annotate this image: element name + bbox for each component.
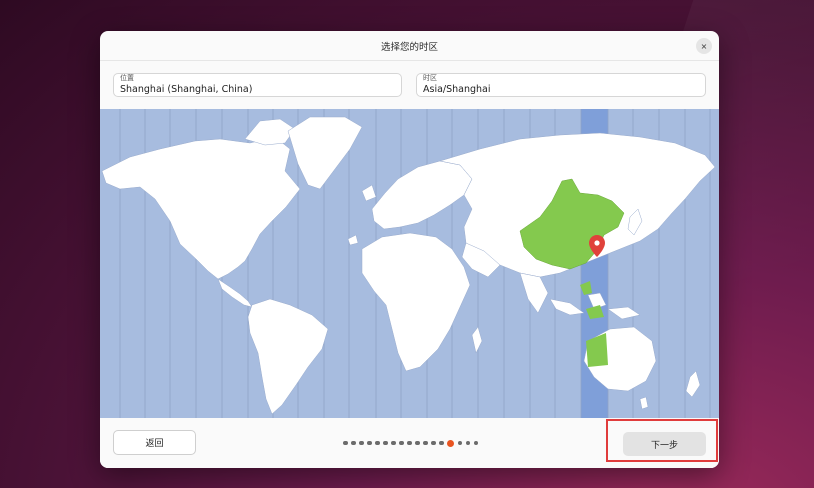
progress-dot [399,440,404,446]
close-icon: × [700,41,708,51]
world-map[interactable] [100,109,719,418]
progress-dot [473,440,478,446]
progress-dot [415,440,420,446]
progress-dots [343,439,482,447]
progress-dot [375,440,380,446]
timezone-map[interactable] [100,109,719,418]
timezone-field[interactable]: 时区 Asia/Shanghai [416,73,706,97]
progress-dot [423,440,428,446]
back-button-label: 返回 [145,439,164,449]
location-value: Shanghai (Shanghai, China) [120,84,253,95]
progress-dot-current [447,439,454,447]
location-field[interactable]: 位置 Shanghai (Shanghai, China) [113,73,402,97]
timezone-dialog: 选择您的时区 × 位置 Shanghai (Shanghai, China) 时… [100,31,719,468]
progress-dot [351,440,356,446]
continents [101,116,716,415]
timezone-label: 时区 [423,74,437,82]
dialog-title: 选择您的时区 [380,41,438,53]
progress-dot [407,440,412,446]
progress-dot [439,440,444,446]
progress-dot [343,440,348,446]
footer-bar: 返回 下一步 [100,418,719,468]
progress-dot [431,440,436,446]
close-button[interactable]: × [696,38,712,54]
progress-dot [383,440,388,446]
timezone-value: Asia/Shanghai [423,84,491,95]
progress-dot [465,440,470,446]
next-button-highlight: 下一步 [606,419,718,462]
title-bar: 选择您的时区 × [100,31,719,61]
progress-dot [367,440,372,446]
location-label: 位置 [120,74,134,82]
progress-dot [391,440,396,446]
next-button[interactable]: 下一步 [623,432,706,456]
back-button[interactable]: 返回 [113,430,196,455]
next-button-label: 下一步 [650,440,678,451]
progress-dot [457,440,462,446]
progress-dot [359,440,364,446]
